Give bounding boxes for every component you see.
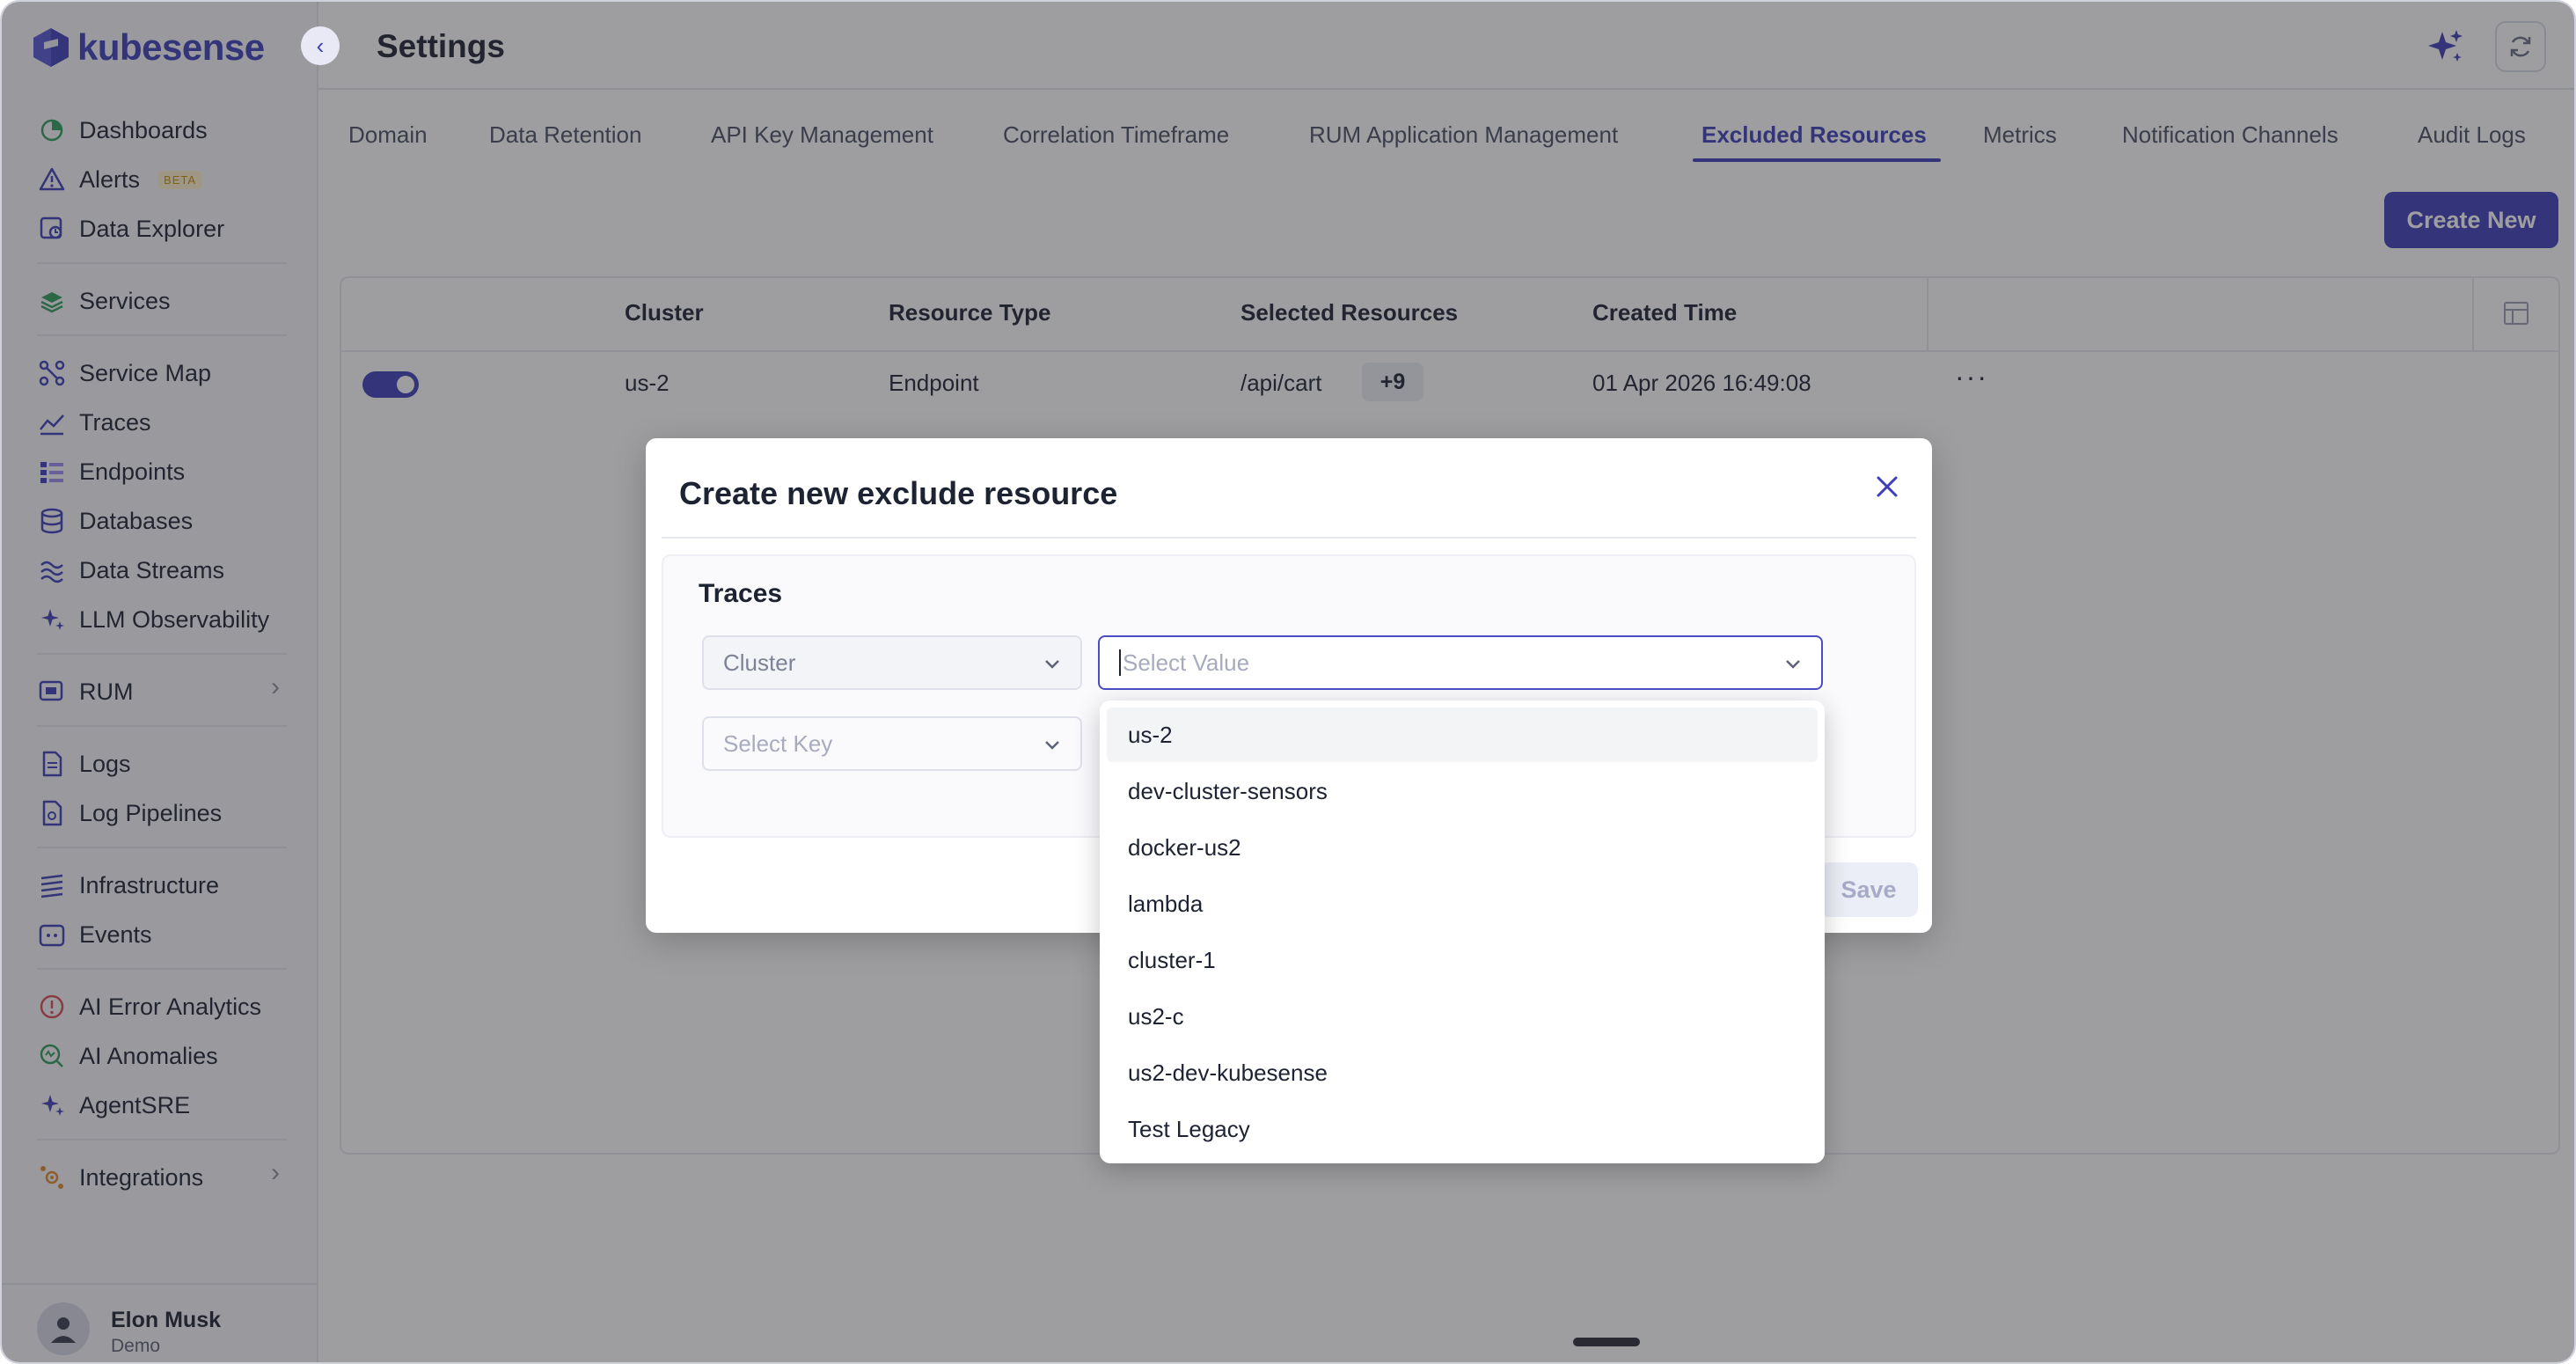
key-select[interactable]: Cluster (702, 635, 1082, 690)
collapse-sidebar-button[interactable]: ‹ (301, 26, 340, 65)
save-button[interactable]: Save (1819, 862, 1918, 917)
value-dropdown-list: us-2 dev-cluster-sensors docker-us2 lamb… (1100, 700, 1825, 1163)
dropdown-option[interactable]: cluster-1 (1107, 933, 1818, 987)
app-window: kubesense Dashboards Alerts BETA Data Ex… (0, 0, 2576, 1364)
chevron-down-icon (1045, 741, 1059, 750)
modal-title: Create new exclude resource (679, 475, 1118, 511)
dropdown-option[interactable]: lambda (1107, 876, 1818, 931)
value-select[interactable]: Select Value (1098, 635, 1823, 690)
text-cursor (1119, 649, 1121, 676)
key-select-placeholder: Select Key (723, 730, 833, 757)
dropdown-option[interactable]: Test Legacy (1107, 1102, 1818, 1156)
close-icon (1877, 476, 1898, 497)
chevron-left-icon: ‹ (316, 32, 325, 59)
modal-divider (662, 537, 1916, 539)
close-button[interactable] (1869, 468, 1906, 505)
dropdown-option[interactable]: dev-cluster-sensors (1107, 764, 1818, 818)
key-select-value: Cluster (723, 649, 796, 676)
value-select-placeholder: Select Value (1123, 649, 1250, 676)
chevron-down-icon (1045, 660, 1059, 669)
dropdown-option[interactable]: us-2 (1107, 708, 1818, 762)
dropdown-option[interactable]: us2-c (1107, 989, 1818, 1044)
dropdown-option[interactable]: docker-us2 (1107, 820, 1818, 875)
chevron-down-icon (1786, 660, 1800, 669)
section-title: Traces (699, 579, 783, 608)
dropdown-option[interactable]: us2-dev-kubesense (1107, 1045, 1818, 1100)
key-select-2[interactable]: Select Key (702, 716, 1082, 771)
